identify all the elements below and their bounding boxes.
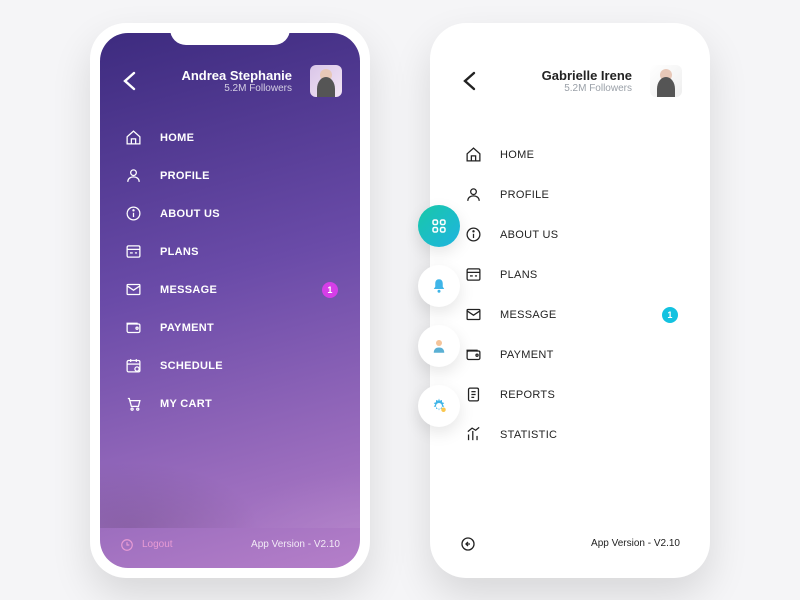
menu-label: PROFILE — [160, 170, 210, 182]
menu-label: PAYMENT — [500, 349, 554, 361]
arrow-left-icon — [458, 69, 482, 93]
user-name: Andrea Stephanie — [152, 68, 292, 83]
menu-item-reports[interactable]: REPORTS — [440, 375, 700, 415]
menu-item-message[interactable]: MESSAGE 1 — [440, 295, 700, 335]
menu-label: PAYMENT — [160, 322, 214, 334]
reports-icon — [464, 386, 482, 404]
logout-icon — [120, 538, 134, 552]
menu: HOME PROFILE ABOUT US PLANS MESSAGE 1 — [100, 107, 360, 526]
menu-label: REPORTS — [500, 389, 555, 401]
info-icon — [464, 226, 482, 244]
menu-label: SCHEDULE — [160, 360, 223, 372]
menu-label: ABOUT US — [500, 229, 558, 241]
menu-label: ABOUT US — [160, 208, 220, 220]
back-button[interactable] — [458, 69, 482, 93]
screen-purple: Andrea Stephanie 5.2M Followers HOME PRO… — [100, 33, 360, 568]
app-version: App Version - V2.10 — [251, 539, 340, 550]
menu-label: PLANS — [160, 246, 199, 258]
menu-item-payment[interactable]: PAYMENT — [100, 309, 360, 347]
info-icon — [124, 205, 142, 223]
menu-item-cart[interactable]: MY CART — [100, 385, 360, 423]
phone-mockup-white: Gabrielle Irene 5.2M Followers HOME PROF… — [430, 23, 710, 578]
footer: App Version - V2.10 — [440, 524, 700, 568]
menu-item-profile[interactable]: PROFILE — [100, 157, 360, 195]
schedule-icon — [124, 357, 142, 375]
footer: Logout App Version - V2.10 — [100, 526, 360, 568]
menu-item-statistic[interactable]: STATISTIC — [440, 415, 700, 455]
menu-label: MESSAGE — [160, 284, 217, 296]
menu-label: MESSAGE — [500, 309, 557, 321]
message-icon — [124, 281, 142, 299]
profile-icon — [464, 186, 482, 204]
payment-icon — [464, 346, 482, 364]
app-version: App Version - V2.10 — [591, 538, 680, 549]
logout-label: Logout — [142, 539, 173, 550]
menu-label: STATISTIC — [500, 429, 557, 441]
menu-label: HOME — [160, 132, 194, 144]
statistic-icon — [464, 426, 482, 444]
message-icon — [464, 306, 482, 324]
message-badge: 1 — [662, 307, 678, 323]
menu-label: HOME — [500, 149, 534, 161]
plans-icon — [124, 243, 142, 261]
menu-item-about[interactable]: ABOUT US — [440, 215, 700, 255]
home-icon — [464, 146, 482, 164]
logout-button[interactable]: Logout — [120, 538, 173, 552]
message-badge: 1 — [322, 282, 338, 298]
cart-icon — [124, 395, 142, 413]
menu-item-message[interactable]: MESSAGE 1 — [100, 271, 360, 309]
menu-item-profile[interactable]: PROFILE — [440, 175, 700, 215]
plans-icon — [464, 266, 482, 284]
user-info: Gabrielle Irene 5.2M Followers — [492, 68, 632, 94]
arrow-left-icon — [118, 69, 142, 93]
menu-label: PLANS — [500, 269, 538, 281]
user-followers: 5.2M Followers — [492, 83, 632, 94]
menu-item-plans[interactable]: PLANS — [440, 255, 700, 295]
phone-mockup-purple: Andrea Stephanie 5.2M Followers HOME PRO… — [90, 23, 370, 578]
screen-white: Gabrielle Irene 5.2M Followers HOME PROF… — [440, 33, 700, 568]
payment-icon — [124, 319, 142, 337]
menu-label: MY CART — [160, 398, 212, 410]
phone-notch — [170, 23, 290, 45]
logout-icon — [460, 536, 476, 552]
avatar[interactable] — [310, 65, 342, 97]
user-name: Gabrielle Irene — [492, 68, 632, 83]
avatar[interactable] — [650, 65, 682, 97]
back-button[interactable] — [118, 69, 142, 93]
menu-label: PROFILE — [500, 189, 549, 201]
user-info: Andrea Stephanie 5.2M Followers — [152, 68, 292, 94]
menu-item-home[interactable]: HOME — [100, 119, 360, 157]
phone-notch — [510, 23, 630, 45]
menu-item-home[interactable]: HOME — [440, 135, 700, 175]
user-followers: 5.2M Followers — [152, 83, 292, 94]
home-icon — [124, 129, 142, 147]
menu: HOME PROFILE ABOUT US PLANS MESSAGE 1 — [440, 107, 700, 524]
menu-item-payment[interactable]: PAYMENT — [440, 335, 700, 375]
profile-icon — [124, 167, 142, 185]
menu-item-about[interactable]: ABOUT US — [100, 195, 360, 233]
logout-button[interactable] — [460, 536, 476, 552]
menu-item-plans[interactable]: PLANS — [100, 233, 360, 271]
menu-item-schedule[interactable]: SCHEDULE — [100, 347, 360, 385]
